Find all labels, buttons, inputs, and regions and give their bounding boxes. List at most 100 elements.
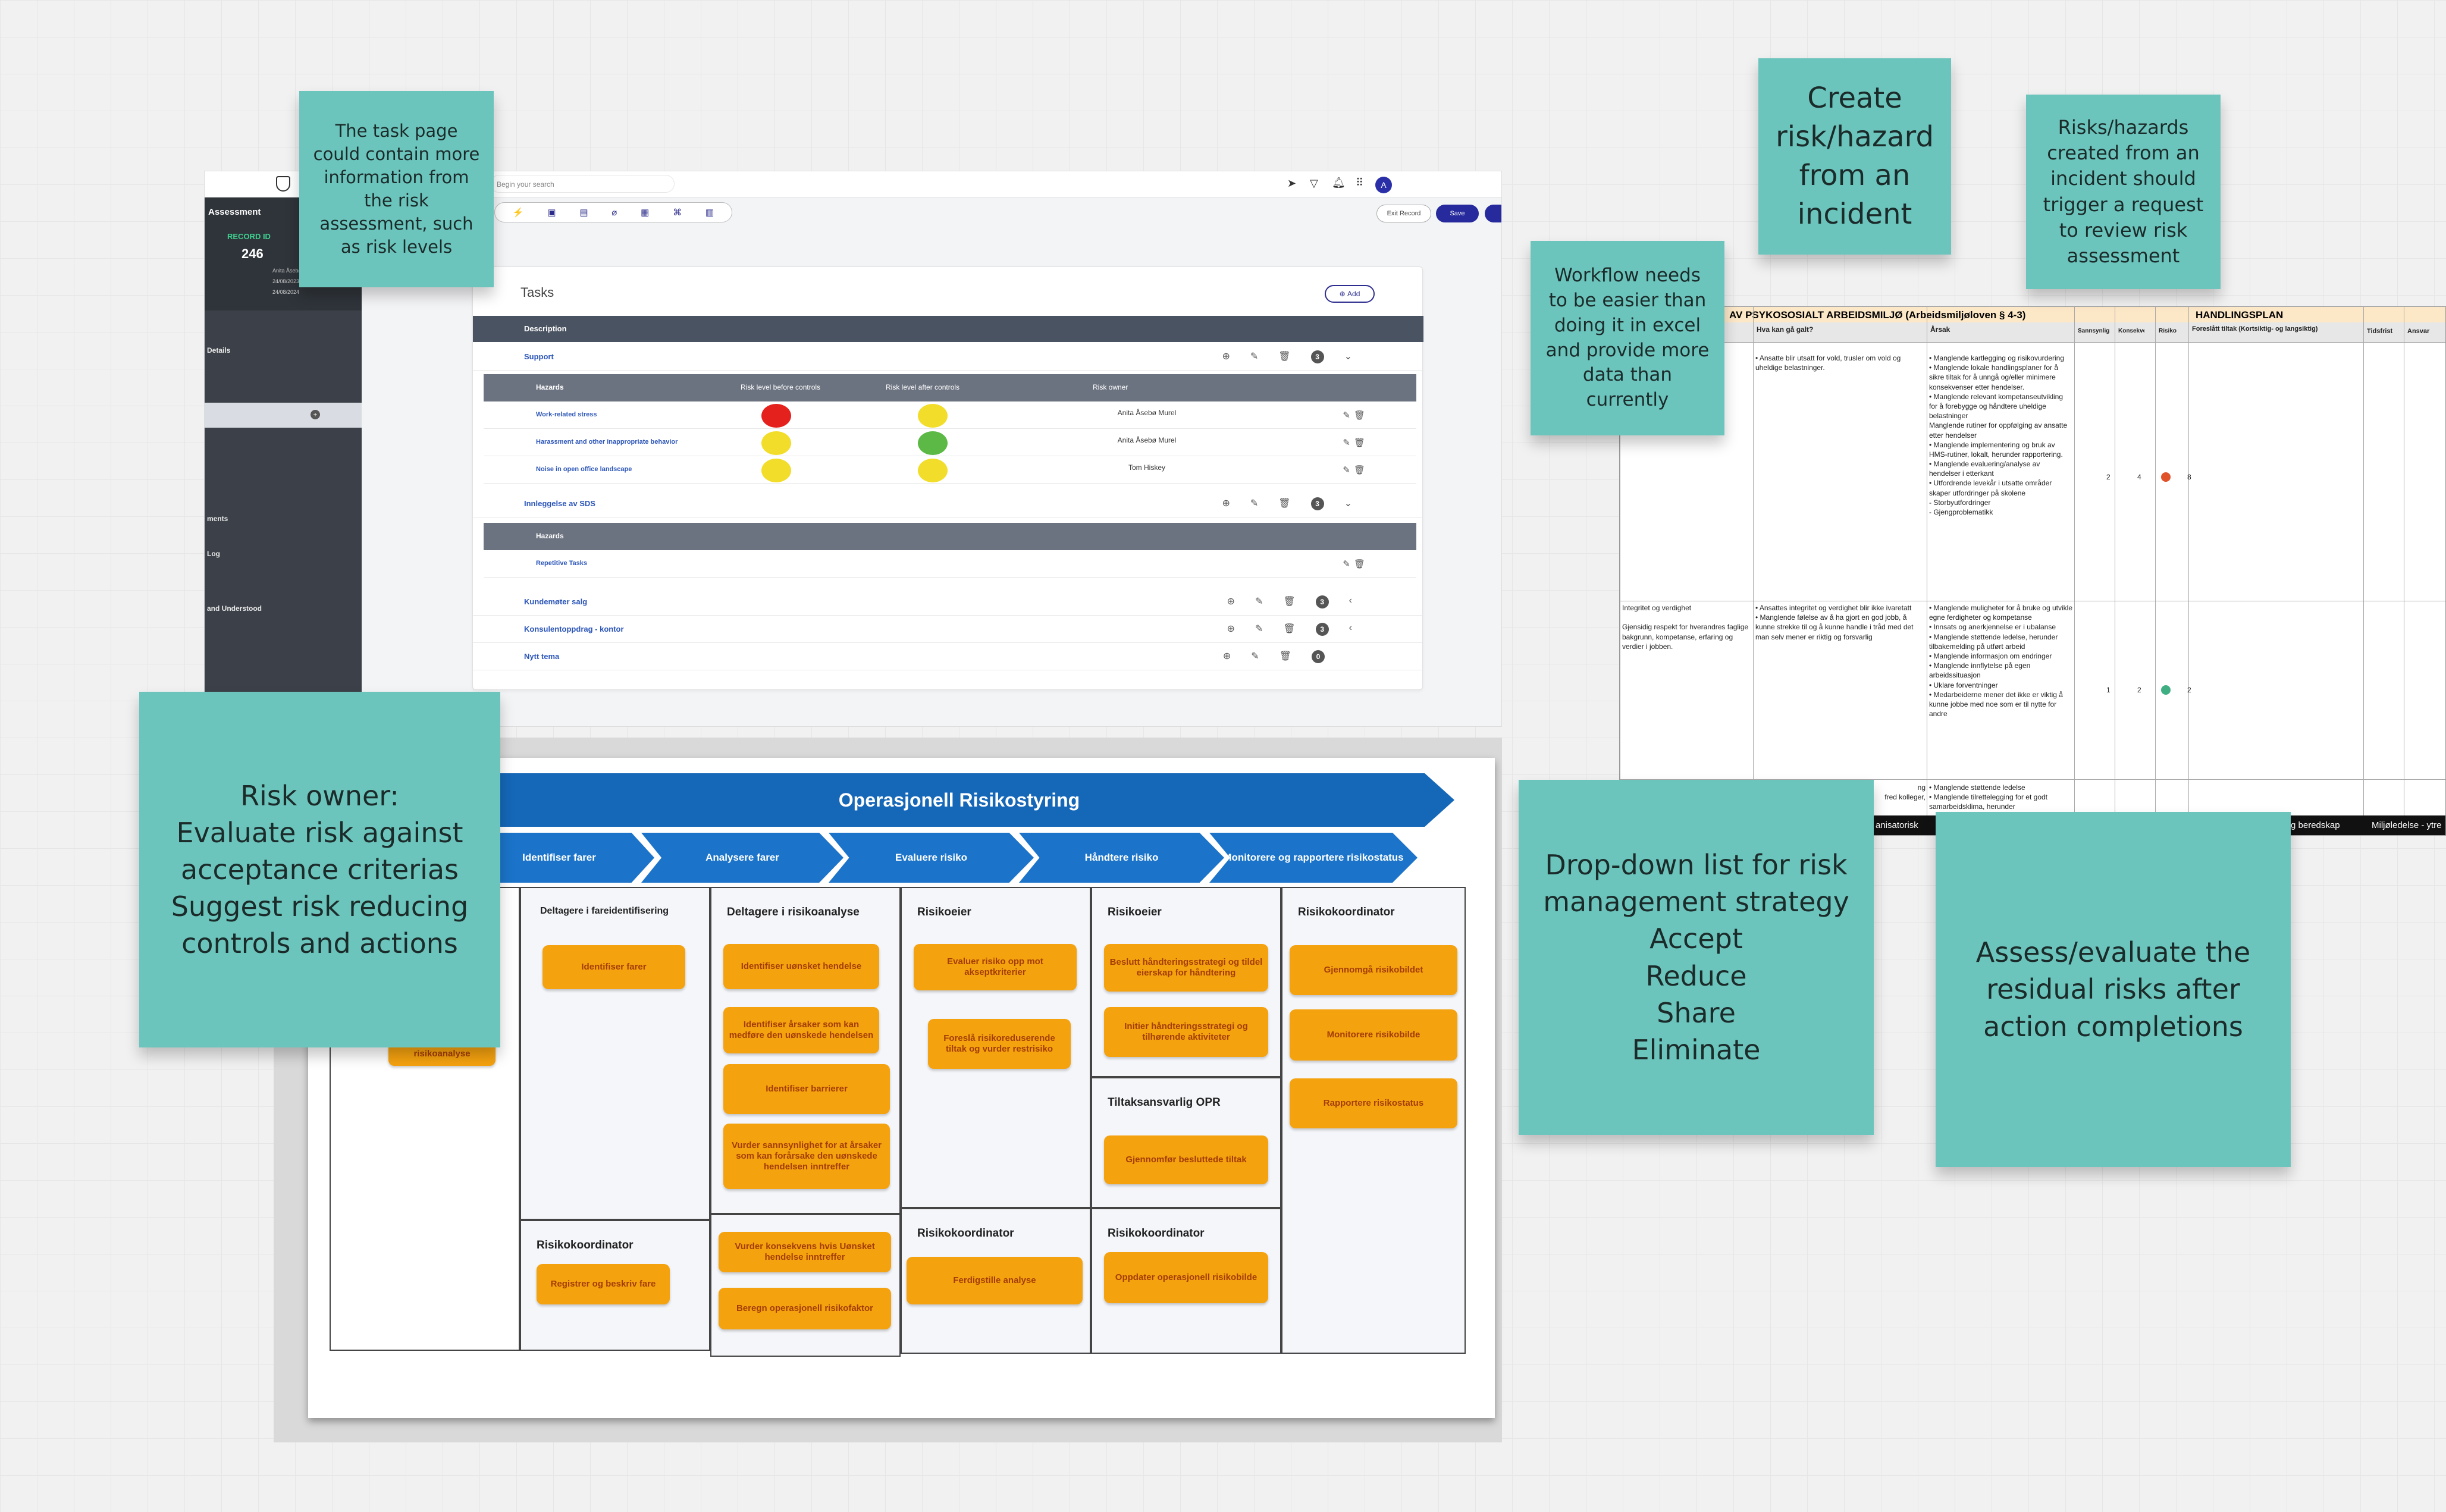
sheet-tab[interactable]: Miljøledelse - ytre [2372,820,2442,830]
sticky-note[interactable]: The task page could contain more informa… [299,91,494,287]
task-name[interactable]: Nytt tema [524,652,559,661]
edit-icon[interactable]: ✎ [1255,595,1263,608]
edit-icon[interactable]: ✎ [1255,623,1263,636]
sticky-note[interactable]: Assess/evaluate the residual risks after… [1936,812,2291,1167]
apps-grid-icon[interactable]: ⠿ [1356,177,1363,189]
filter-icon[interactable]: ▽ [1310,177,1318,190]
print-icon[interactable]: ▦ [641,207,649,218]
hazard-row[interactable]: Work-related stress Anita Åsebø Murel ✎🗑… [484,401,1416,429]
risk-owner: Anita Åsebø Murel [1117,436,1177,444]
hazard-row[interactable]: Noise in open office landscape Tom Hiske… [484,456,1416,484]
task-name[interactable]: Kundemøter salg [524,597,587,606]
chevron-down-icon[interactable]: ⌄ [1344,350,1352,363]
cell-probability[interactable]: 2 [2106,472,2111,482]
tasks-card: Tasks ⊕ Add Description Support ⊕ ✎ 🗑︎ 3 ⌄ H… [472,266,1423,690]
chevron-left-icon[interactable]: ‹ [1349,595,1352,608]
sidebar-item-log[interactable]: Log [207,550,220,558]
hazard-actions[interactable]: ✎🗑︎ [1343,465,1369,475]
add-icon[interactable]: ⊕ [1222,350,1230,363]
cell-topic[interactable]: Integritet og verdighet Gjensidig respek… [1622,603,1751,651]
column-header[interactable]: Tidsfrist [2367,327,2392,336]
add-icon[interactable]: ⊕ [1227,595,1235,608]
chevron-left-icon[interactable]: ‹ [1349,623,1352,636]
add-icon[interactable]: ⊕ [1222,497,1230,510]
sticky-note[interactable]: Workflow needs to be easier than doing i… [1531,241,1724,435]
task-row[interactable]: Konsulentoppdrag - kontor ⊕ ✎ 🗑︎ 3 ‹ [473,616,1423,643]
exit-record-button[interactable]: Exit Record [1376,205,1431,222]
hazard-row[interactable]: Repetitive Tasks ✎🗑︎ [484,550,1416,578]
sheet-tab[interactable]: anisatorisk [1876,820,1918,830]
task-row[interactable]: Innleggelse av SDS ⊕ ✎ 🗑︎ 3 ⌄ [473,490,1423,517]
sheet-tab[interactable]: g beredskap [2291,820,2340,830]
hazard-actions[interactable]: ✎🗑︎ [1343,437,1369,448]
cell-what[interactable]: ng fred kolleger, [1876,783,1926,802]
bell-icon[interactable]: 🔔︎ [1332,177,1346,189]
delete-icon[interactable]: 🗑︎ [1278,350,1290,363]
delete-icon[interactable]: 🗑︎ [1280,650,1291,663]
sidebar-selected-item[interactable]: + [205,403,362,428]
sidebar-item-details[interactable]: Details [207,346,230,355]
hazard-row[interactable]: Harassment and other inappropriate behav… [484,429,1416,456]
add-icon[interactable]: ⊕ [1223,650,1231,663]
delete-icon[interactable]: 🗑︎ [1283,623,1295,636]
sticky-note[interactable]: Drop-down list for risk management strat… [1519,780,1874,1135]
sticky-note[interactable]: Risks/hazards created from an incident s… [2026,95,2221,289]
count-icon: 3 [1315,595,1329,608]
task-name[interactable]: Innleggelse av SDS [524,499,595,508]
cell-risk[interactable]: 8 [2187,472,2191,482]
cell-consequence[interactable]: 2 [2137,685,2141,695]
task-name[interactable]: Support [524,352,554,361]
column-header[interactable]: Årsak [1930,325,1950,334]
column-header[interactable]: Sannsynlig [2078,327,2109,335]
save-button[interactable]: Save [1436,205,1479,222]
edit-icon[interactable]: ✎ [1250,350,1258,363]
sidebar-item-read-understood[interactable]: and Understood [207,604,262,613]
add-task-button[interactable]: ⊕ Add [1325,285,1375,303]
edit-icon[interactable]: ✎ [1250,497,1258,510]
plus-icon[interactable]: + [311,410,320,419]
cell-what[interactable]: • Ansattes integritet og verdighet blir … [1755,603,1924,642]
delete-icon[interactable]: 🗑︎ [1283,595,1295,608]
cell-what[interactable]: • Ansatte blir utsatt for vold, trusler … [1755,353,1924,372]
cell-probability[interactable]: 1 [2106,685,2111,695]
send-icon[interactable]: ➤ [1287,177,1296,190]
cell-consequence[interactable]: 4 [2137,472,2141,482]
column-header[interactable]: Konsekvens [2118,327,2144,335]
cell-cause[interactable]: • Manglende kartlegging og risikovurderi… [1929,353,2073,517]
submit-button[interactable] [1485,205,1501,222]
sidebar-item-comments[interactable]: ments [207,515,228,523]
hazard-actions[interactable]: ✎🗑︎ [1343,559,1369,569]
cell-risk[interactable]: 2 [2187,685,2191,695]
delete-icon[interactable]: 🗑︎ [1278,497,1290,510]
clipboard-icon[interactable]: ▤ [579,207,588,218]
hazard-actions[interactable]: ✎🗑︎ [1343,410,1369,421]
task-name[interactable]: Konsulentoppdrag - kontor [524,625,624,633]
column-header[interactable]: Foreslått tiltak (Kortsiktig- og langsik… [2192,325,2365,334]
edit-icon[interactable]: ✎ [1251,650,1259,663]
process-step: Vurder sannsynlighet for at årsaker som … [723,1124,890,1189]
sticky-note[interactable]: Create risk/hazard from an incident [1758,58,1951,255]
sticky-note[interactable]: Risk owner: Evaluate risk against accept… [139,692,500,1047]
column-header[interactable]: Risiko [2159,327,2177,335]
bolt-icon[interactable]: ⚡ [513,207,524,218]
search-input[interactable]: Begin your search [490,175,675,193]
chevron-down-icon[interactable]: ⌄ [1344,497,1352,510]
org-chart-icon[interactable]: ⌘ [673,207,682,218]
cell-cause[interactable]: • Manglende støttende ledelse • Manglend… [1929,783,2073,812]
document-icon[interactable]: ▥ [705,207,714,218]
hazard-name[interactable]: Noise in open office landscape [536,466,632,473]
add-icon[interactable]: ⊕ [1227,623,1235,636]
column-header[interactable]: Hva kan gå galt? [1757,325,1813,334]
hazard-name[interactable]: Work-related stress [536,411,597,418]
avatar[interactable]: A [1375,177,1392,193]
column-header[interactable]: Ansvar [2407,327,2429,336]
cell-cause[interactable]: • Manglende muligheter for å bruke og ut… [1929,603,2073,719]
task-row[interactable]: Kundemøter salg ⊕ ✎ 🗑︎ 3 ‹ [473,588,1423,616]
paperclip-icon[interactable]: ⌀ [612,207,617,218]
task-row[interactable]: Support ⊕ ✎ 🗑︎ 3 ⌄ [473,343,1423,371]
camera-icon[interactable]: ▣ [547,207,556,218]
hazard-name[interactable]: Repetitive Tasks [536,560,587,567]
task-row[interactable]: Nytt tema ⊕ ✎ 🗑︎ 0 [473,643,1423,670]
process-step: Beslutt håndteringsstrategi og tildel ei… [1104,944,1268,992]
hazard-name[interactable]: Harassment and other inappropriate behav… [536,438,678,446]
